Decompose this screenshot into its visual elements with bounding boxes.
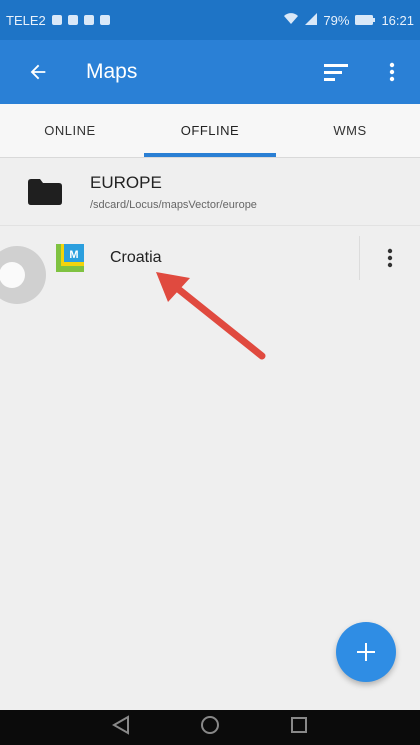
tab-label: WMS (333, 123, 367, 138)
map-logo-letter: M (69, 249, 78, 261)
nav-recents-button[interactable] (290, 716, 308, 739)
tab-bar: ONLINE OFFLINE WMS (0, 104, 420, 158)
folder-name: EUROPE (90, 172, 162, 192)
locus-map-logo-icon: M (56, 244, 84, 272)
signal-icon (305, 12, 318, 28)
status-bar: TELE2 79% 16:21 (0, 0, 420, 40)
system-nav-bar (0, 710, 420, 745)
app-toolbar: Maps (0, 40, 420, 104)
nav-back-icon (111, 715, 129, 735)
clock: 16:21 (381, 12, 414, 28)
notification-icon (67, 15, 78, 25)
nav-recents-icon (291, 717, 307, 733)
add-map-button[interactable] (336, 622, 396, 682)
nav-home-button[interactable] (200, 715, 220, 740)
back-button[interactable] (10, 44, 66, 100)
folder-path: /sdcard/Locus/mapsVector/europe (90, 198, 257, 211)
tab-wms[interactable]: WMS (280, 104, 420, 157)
battery-icon (355, 13, 376, 28)
arrow-left-icon (30, 64, 46, 80)
plus-icon (357, 643, 375, 661)
tab-offline[interactable]: OFFLINE (140, 104, 280, 157)
tab-online[interactable]: ONLINE (0, 104, 140, 157)
notification-icon (51, 15, 62, 25)
nav-home-icon (201, 716, 219, 734)
folder-item-europe[interactable]: EUROPE /sdcard/Locus/mapsVector/europe (0, 158, 420, 226)
battery-percent: 79% (323, 12, 350, 28)
notification-icon (83, 15, 94, 25)
more-vertical-icon (387, 248, 393, 268)
folder-icon (0, 178, 90, 205)
map-item-menu-button[interactable] (360, 248, 420, 268)
overflow-menu-button[interactable] (364, 44, 420, 100)
sort-button[interactable] (308, 44, 364, 100)
tab-label: ONLINE (44, 123, 96, 138)
notification-icon (99, 15, 110, 25)
sort-icon (324, 64, 348, 81)
annotation-arrow-icon (156, 272, 266, 360)
more-vertical-icon (389, 62, 395, 82)
carrier-label: TELE2 (6, 12, 46, 28)
tab-label: OFFLINE (180, 123, 240, 138)
nav-back-button[interactable] (111, 715, 130, 740)
wifi-icon (283, 12, 299, 28)
page-title: Maps (86, 60, 138, 83)
map-name: Croatia (110, 249, 162, 266)
